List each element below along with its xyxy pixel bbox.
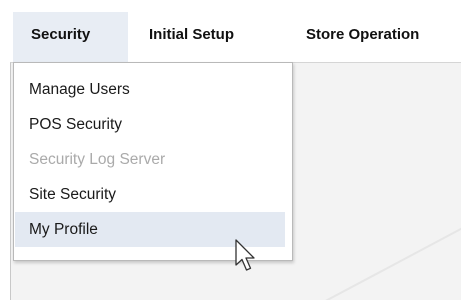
menu-item-site-security[interactable]: Site Security (15, 177, 285, 212)
top-menu-bar: Security Initial Setup Store Operation (0, 0, 461, 62)
security-dropdown-menu: Manage Users POS Security Security Log S… (13, 62, 293, 261)
menu-initial-setup[interactable]: Initial Setup (149, 12, 234, 62)
menu-item-pos-security[interactable]: POS Security (15, 107, 285, 142)
menu-security[interactable]: Security (13, 12, 128, 62)
mouse-pointer-icon (235, 239, 255, 271)
menu-item-security-log-server: Security Log Server (29, 151, 166, 168)
app-window: Security Initial Setup Store Operation M… (0, 0, 461, 300)
menu-store-operation[interactable]: Store Operation (306, 12, 419, 62)
menu-item-manage-users[interactable]: Manage Users (15, 72, 285, 107)
